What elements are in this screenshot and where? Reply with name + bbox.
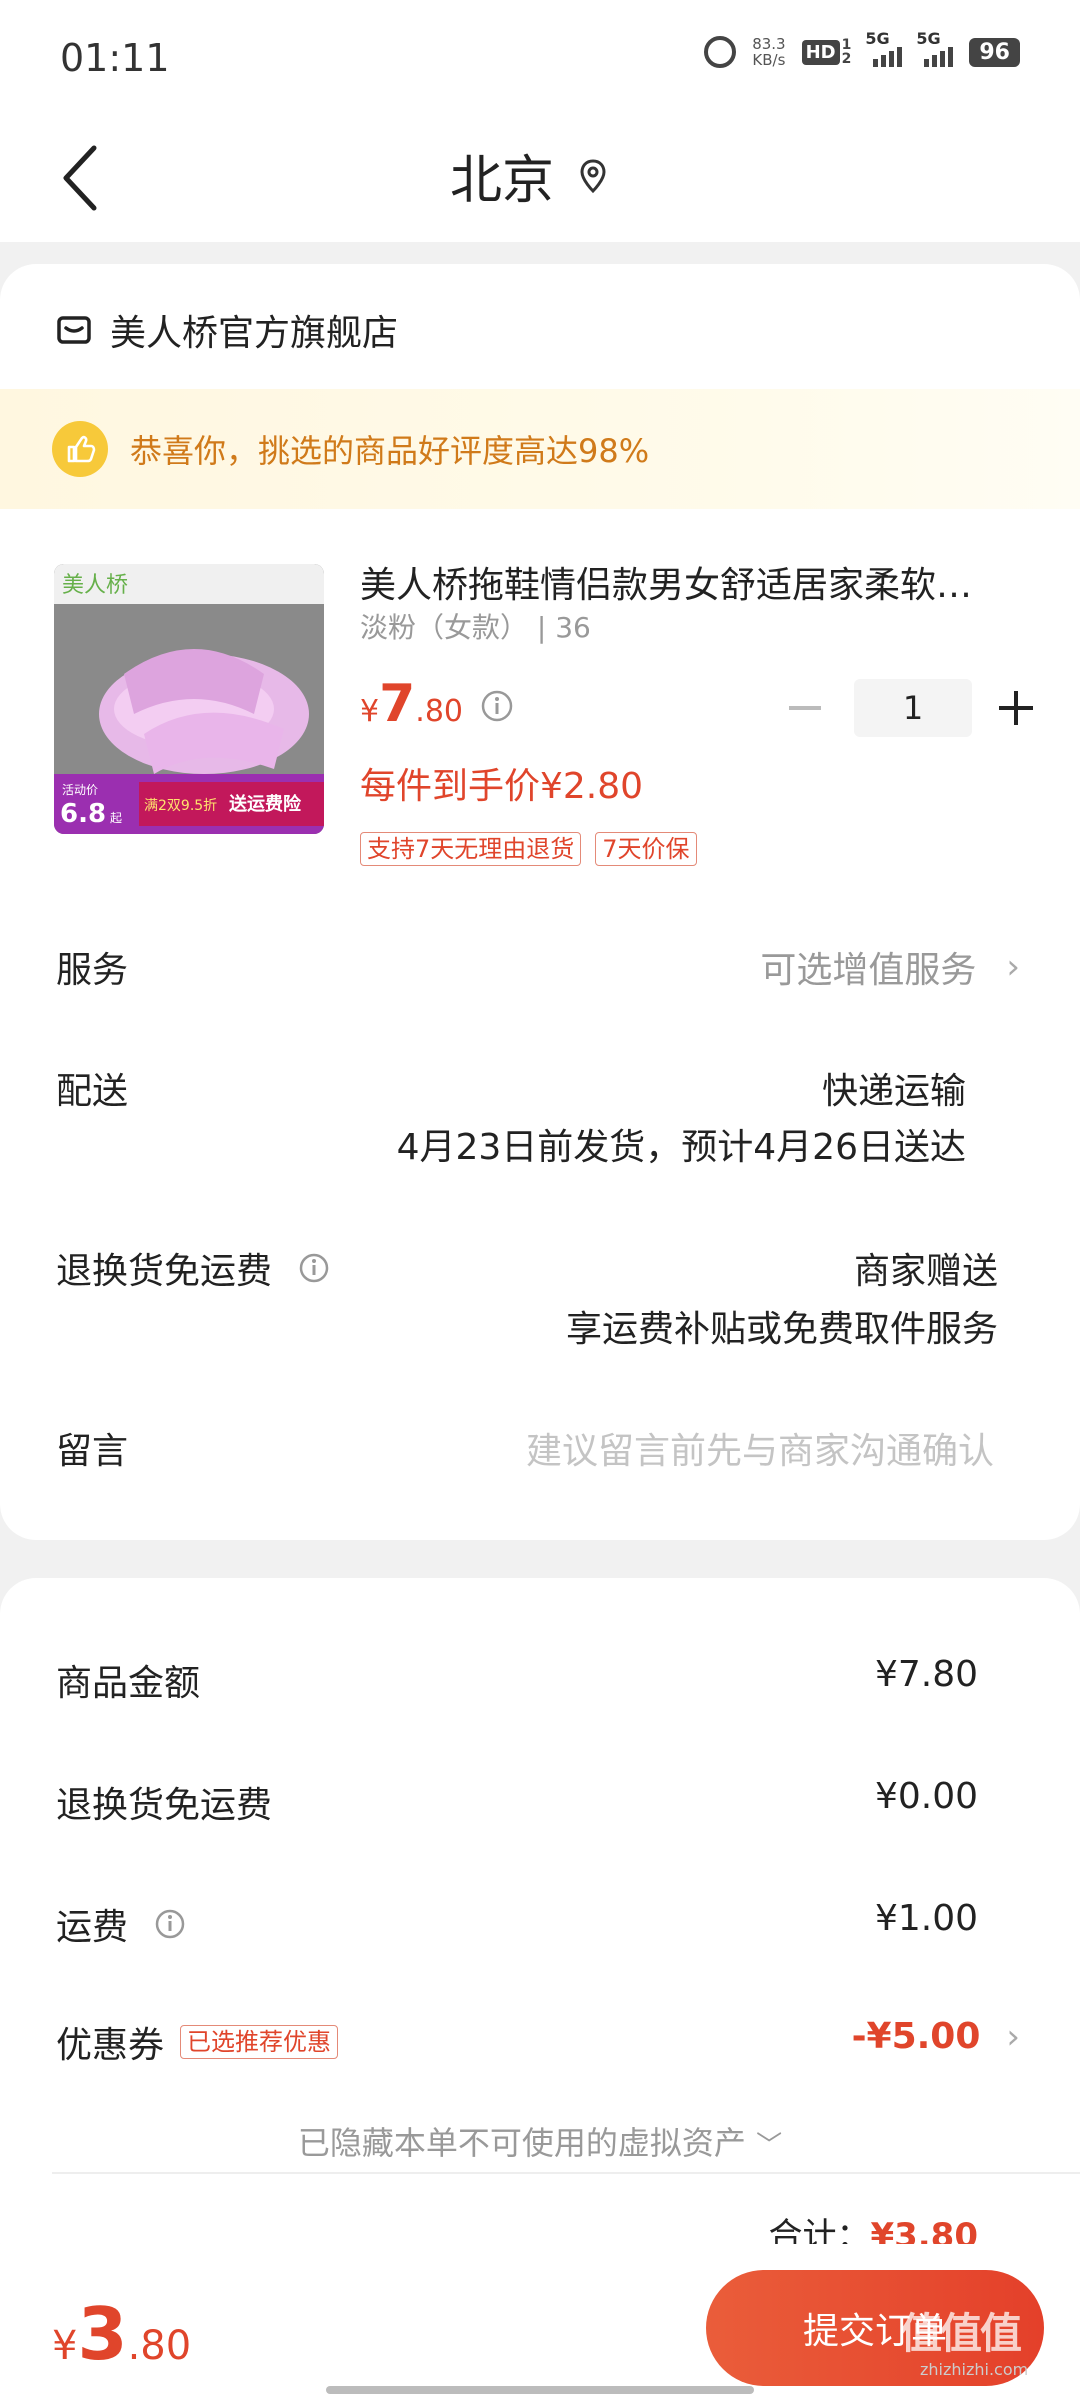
location-pin-icon — [580, 158, 606, 193]
service-value: 可选增值服务 — [760, 950, 977, 991]
page-title: 北京 — [450, 151, 555, 211]
message-label: 留言 — [56, 1431, 129, 1472]
chevron-down-icon: ﹀ — [756, 2131, 783, 2161]
hd-indicator: HD 1 2 — [801, 37, 852, 67]
product-image-promo-label: 活动价 — [62, 783, 98, 797]
delivery-method: 快递运输 — [821, 1071, 966, 1112]
delivery-label: 配送 — [56, 1071, 129, 1112]
signal-icon-sim2: 5G — [916, 29, 954, 67]
hidden-assets-text: 已隐藏本单不可使用的虚拟资产 — [297, 2124, 746, 2162]
coupon-label-group: 优惠券 已选推荐优惠 — [56, 2016, 339, 2068]
price-integer: 7 — [379, 674, 416, 734]
sim2-label: 2 — [841, 51, 852, 67]
location-selector[interactable]: 北京 — [450, 138, 608, 213]
signal-sim1-label: 5G — [865, 29, 890, 48]
decrease-button[interactable] — [780, 683, 830, 733]
shipping-label: 运费 — [56, 1907, 129, 1948]
network-speed-unit: KB/s — [752, 51, 786, 69]
alarm-icon — [704, 36, 737, 68]
hidden-assets-toggle[interactable]: 已隐藏本单不可使用的虚拟资产 ﹀ — [0, 2118, 1080, 2164]
service-label: 服务 — [56, 950, 129, 991]
back-arrow-icon[interactable] — [58, 138, 118, 218]
return-fee-label: 退换货免运费 — [56, 1785, 273, 1826]
network-speed: 83.3 KB/s — [752, 36, 785, 68]
price-decimal: .80 — [415, 694, 463, 729]
hd-badge: HD — [801, 39, 840, 65]
return-shipping-label: 退换货免运费 — [56, 1251, 273, 1292]
checkout-price-integer: 3 — [77, 2292, 128, 2376]
quantity-input[interactable]: 1 — [854, 679, 972, 737]
signal-sim2-label: 5G — [916, 29, 941, 48]
product-price: ¥ 7 .80 — [360, 674, 463, 734]
shipping-label-group: 运费 — [56, 1898, 186, 1950]
service-selector[interactable]: 可选增值服务 › — [760, 941, 1020, 993]
price-symbol: ¥ — [360, 694, 380, 729]
delivery-time: 4月23日前发货，预计4月26日送达 — [396, 1127, 966, 1168]
product-name[interactable]: 美人桥拖鞋情侣款男女舒适居家柔软… — [360, 556, 1030, 608]
product-spec[interactable]: 淡粉（女款） | 36 — [360, 606, 591, 646]
price-summary-card: 商品金额 ¥7.80 退换货免运费 ¥0.00 运费 ¥1.00 优惠券 已选推… — [0, 1578, 1080, 2278]
return-shipping-label-group: 退换货免运费 — [56, 1242, 330, 1294]
watermark-logo: 值值值 — [900, 2309, 1022, 2358]
checkout-price-symbol: ¥ — [52, 2323, 78, 2369]
home-indicator[interactable] — [326, 2386, 754, 2394]
order-card: 美人桥官方旗舰店 恭喜你，挑选的商品好评度高达98% 美人桥 活动价 6.8 起… — [0, 264, 1080, 1540]
tag-price-protect: 7天价保 — [595, 832, 697, 866]
coupon-value: -¥5.00 — [851, 2016, 981, 2057]
product-image[interactable]: 美人桥 活动价 6.8 起 满2双9.5折 送运费险 — [54, 564, 324, 834]
return-shipping-detail: 享运费补贴或免费取件服务 — [565, 1309, 998, 1350]
unit-final-price: 每件到手价¥2.80 — [360, 766, 644, 807]
chevron-right-icon: › — [1006, 2016, 1020, 2057]
status-time: 01:11 — [60, 36, 170, 80]
goods-amount-label: 商品金额 — [56, 1663, 201, 1704]
store-header[interactable]: 美人桥官方旗舰店 — [56, 304, 398, 356]
shipping-value: ¥1.00 — [874, 1898, 978, 1939]
quantity-stepper: 1 — [780, 679, 1036, 737]
status-bar: 01:11 83.3 KB/s HD 1 2 5G 5G 96 — [0, 0, 1080, 110]
price-info-icon[interactable] — [480, 689, 514, 723]
coupon-tag: 已选推荐优惠 — [180, 2025, 339, 2059]
message-input[interactable]: 建议留言前先与商家沟通确认 — [526, 1422, 994, 1474]
watermark-url: zhizhizhi.com — [920, 2360, 1029, 2379]
battery-indicator: 96 — [969, 37, 1020, 67]
signal-icon-sim1: 5G — [865, 29, 903, 67]
product-image-promo-price: 6.8 — [60, 799, 106, 829]
coupon-selector[interactable]: -¥5.00 › — [852, 2016, 1020, 2057]
coupon-label: 优惠券 — [56, 2025, 165, 2066]
status-icons: 83.3 KB/s HD 1 2 5G 5G 96 — [704, 29, 1020, 68]
return-fee-value: ¥0.00 — [874, 1776, 978, 1817]
product-image-promo-offer: 满2双9.5折 — [144, 798, 217, 814]
tag-return-7days: 支持7天无理由退货 — [360, 832, 582, 866]
chevron-right-icon: › — [1006, 947, 1020, 987]
goods-amount-value: ¥7.80 — [874, 1654, 978, 1695]
page-header: 北京 — [0, 110, 1080, 242]
product-image-promo-insurance: 送运费险 — [228, 793, 302, 815]
thumbs-up-icon — [52, 421, 108, 477]
checkout-total-price: ¥ 3 .80 — [52, 2292, 191, 2376]
store-name: 美人桥官方旗舰店 — [110, 313, 399, 354]
product-image-promo-unit: 起 — [110, 811, 122, 825]
increase-button[interactable] — [996, 688, 1036, 728]
praise-text: 恭喜你，挑选的商品好评度高达98% — [130, 432, 650, 470]
praise-banner: 恭喜你，挑选的商品好评度高达98% — [0, 389, 1080, 509]
service-tags: 支持7天无理由退货 7天价保 — [360, 832, 697, 866]
return-shipping-value: 商家赠送 — [853, 1251, 998, 1292]
divider — [52, 2172, 1080, 2174]
shipping-info-icon[interactable] — [154, 1908, 186, 1940]
checkout-price-decimal: .80 — [127, 2323, 192, 2369]
product-image-brand: 美人桥 — [62, 573, 128, 598]
return-info-icon[interactable] — [298, 1252, 330, 1284]
sim1-label: 1 — [841, 37, 852, 53]
store-icon — [57, 316, 91, 344]
